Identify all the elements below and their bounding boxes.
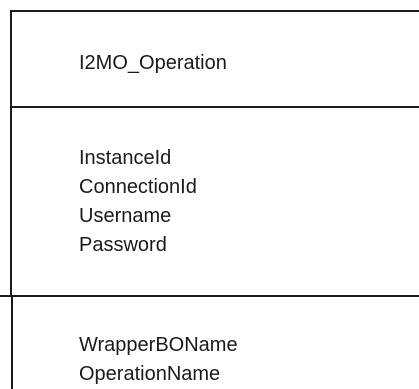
attribute-password: Password [79,234,167,256]
attributes-operations-divider [0,295,419,297]
uml-class-box: I2MO_Operation InstanceId ConnectionId U… [0,0,419,389]
attributes-compartment: InstanceId ConnectionId Username Passwor… [79,144,197,260]
attribute-connection-id: ConnectionId [79,176,197,198]
operation-operation-name: OperationName [79,363,221,385]
class-box-left-border-lower [11,296,13,389]
class-name: I2MO_Operation [79,52,227,74]
operations-compartment: WrapperBOName OperationName [79,331,238,389]
attribute-instance-id: InstanceId [79,147,172,169]
class-box-left-border [10,10,12,296]
attribute-username: Username [79,205,172,227]
class-box-top-border [10,10,419,12]
operation-wrapper-bo-name: WrapperBOName [79,334,238,356]
name-attributes-divider [10,106,419,108]
